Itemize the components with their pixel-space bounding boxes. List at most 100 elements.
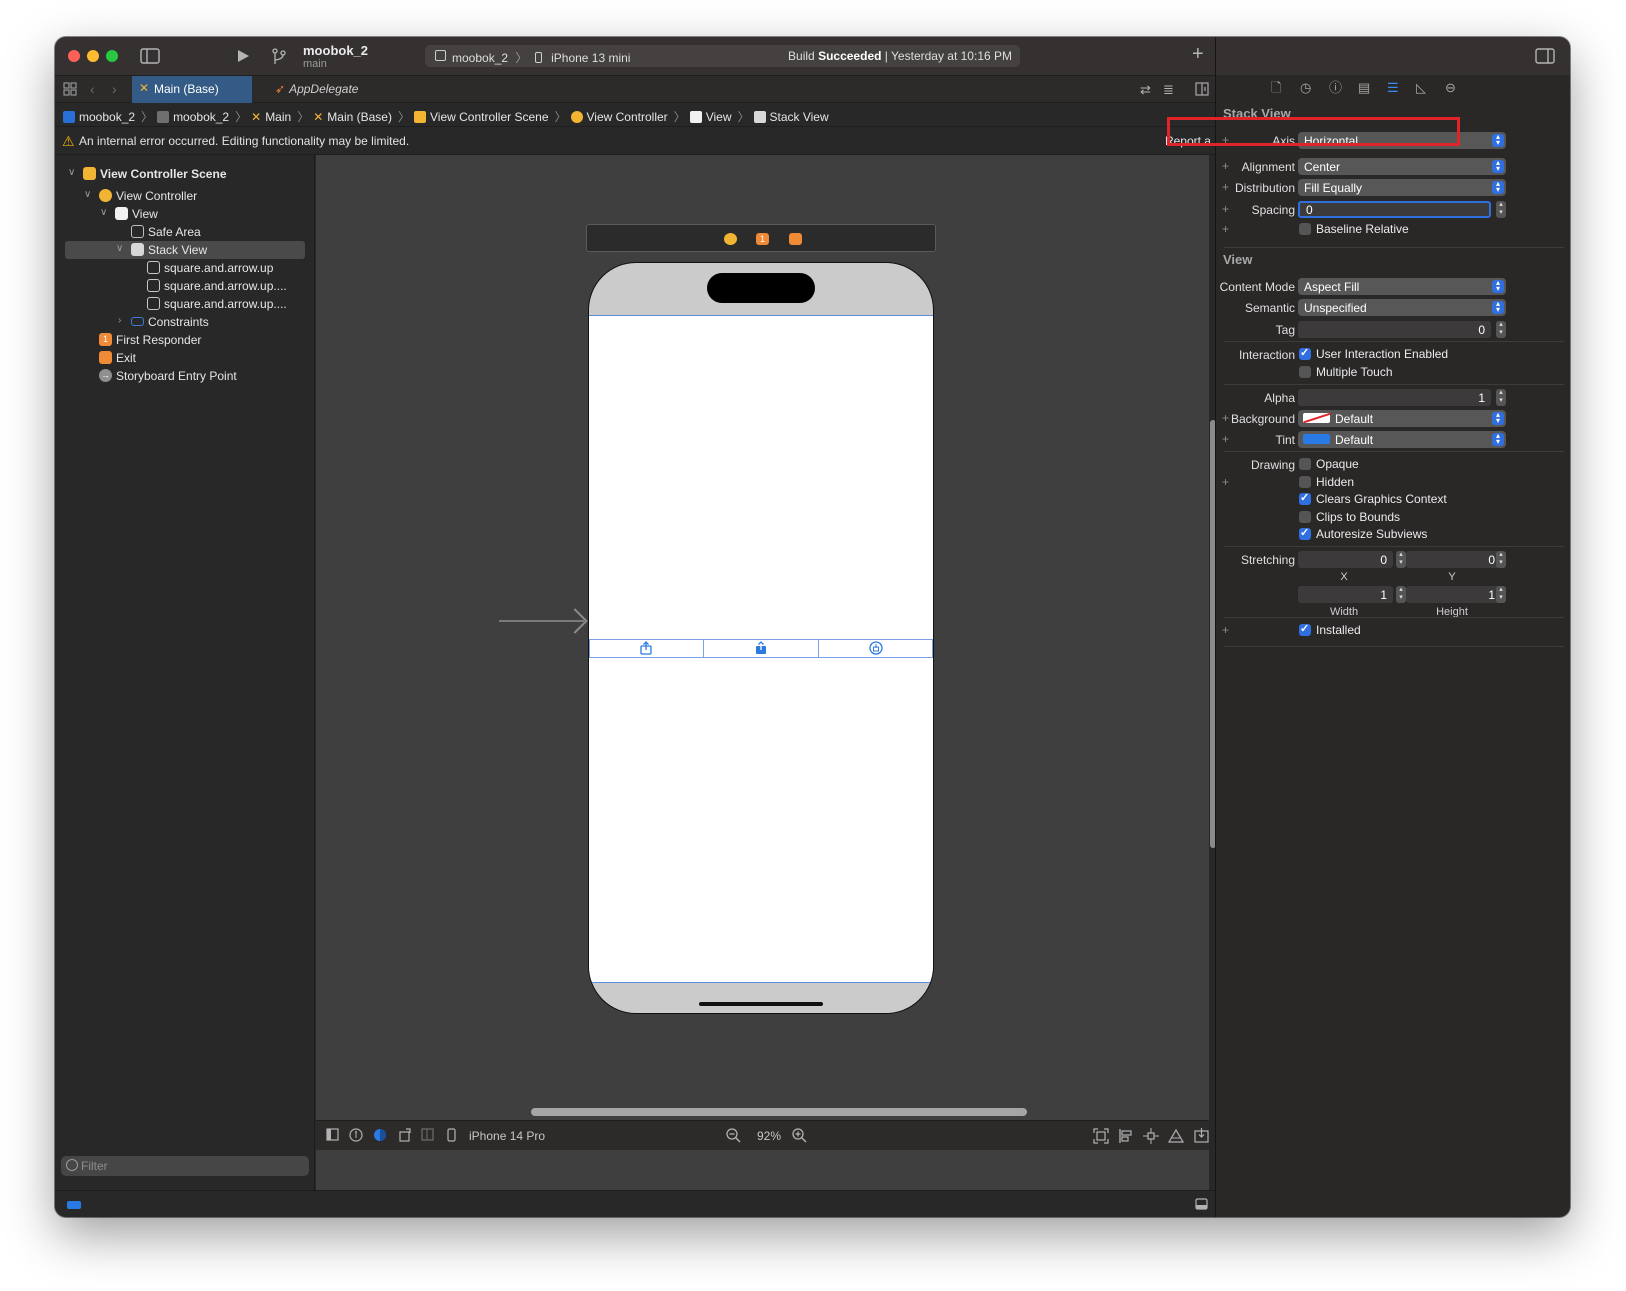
stack-item-image-1[interactable]: [590, 640, 704, 657]
add-variation-icon[interactable]: +: [1222, 475, 1229, 489]
orientation-icon[interactable]: [398, 1128, 412, 1145]
view-controller-icon[interactable]: [724, 233, 737, 245]
outline-item-view[interactable]: ∨ View: [55, 205, 315, 223]
breadcrumb-item-stack-view[interactable]: Stack View: [753, 110, 829, 124]
exit-icon[interactable]: [789, 233, 802, 245]
outline-item-exit[interactable]: Exit: [55, 349, 315, 367]
add-variation-icon[interactable]: +: [1222, 411, 1229, 425]
autoresize-subviews-checkbox[interactable]: [1299, 526, 1311, 540]
scene-dock[interactable]: 1: [586, 224, 936, 252]
scheme-name[interactable]: moobok_2: [452, 51, 508, 65]
horizontal-scrollbar[interactable]: [531, 1108, 1027, 1116]
stretch-x-stepper[interactable]: ▴ ▾: [1396, 551, 1406, 568]
close-window-button[interactable]: [68, 50, 80, 62]
outline-item-first-responder[interactable]: 1 First Responder: [55, 331, 315, 349]
tab-main-base[interactable]: ✕ Main (Base): [132, 76, 252, 103]
outline-item-entry-point[interactable]: → Storyboard Entry Point: [55, 367, 315, 385]
installed-checkbox[interactable]: [1299, 622, 1311, 636]
outline-item-constraints[interactable]: › Constraints: [55, 313, 315, 331]
attributes-inspector-icon[interactable]: ☰: [1387, 81, 1399, 95]
alpha-field[interactable]: 1: [1298, 389, 1491, 406]
opaque-checkbox[interactable]: [1299, 458, 1311, 470]
zoom-window-button[interactable]: [106, 50, 118, 62]
interface-builder-canvas[interactable]: 1 iPhone 14 Pro 92%: [316, 155, 1216, 1190]
breadcrumb-item-scene[interactable]: View Controller Scene: [413, 110, 549, 124]
add-icon[interactable]: +: [1192, 44, 1204, 64]
stack-item-image-2[interactable]: [705, 640, 819, 657]
breadcrumb-item-view-controller[interactable]: View Controller: [570, 110, 668, 124]
tag-field[interactable]: 0: [1298, 321, 1491, 338]
stretch-width-field[interactable]: 1: [1298, 586, 1393, 603]
zoom-level[interactable]: 92%: [757, 1129, 781, 1143]
outline-item-stack-view[interactable]: ∨ Stack View: [65, 241, 305, 259]
add-variation-icon[interactable]: +: [1222, 222, 1229, 236]
tint-color-popup[interactable]: Default ▴ ▾: [1298, 431, 1506, 448]
connections-inspector-icon[interactable]: ⊖: [1445, 81, 1456, 95]
minimize-window-button[interactable]: [87, 50, 99, 62]
add-variation-icon[interactable]: +: [1222, 202, 1229, 216]
tag-stepper[interactable]: ▴ ▾: [1496, 321, 1506, 338]
outline-item-scene[interactable]: ∨ View Controller Scene: [55, 165, 315, 183]
zoom-out-icon[interactable]: [726, 1128, 742, 1147]
spacing-field[interactable]: 0: [1298, 201, 1491, 218]
outline-item-view-controller[interactable]: ∨ View Controller: [55, 187, 315, 205]
clears-graphics-context-checkbox[interactable]: [1299, 491, 1311, 505]
size-inspector-icon[interactable]: ◺: [1416, 81, 1426, 95]
device-name[interactable]: iPhone 13 mini: [551, 51, 630, 65]
related-items-grid-icon[interactable]: [63, 82, 77, 100]
embed-in-icon[interactable]: [1194, 1128, 1209, 1146]
stack-view[interactable]: [589, 639, 933, 658]
view-controller-view[interactable]: [589, 315, 933, 983]
add-variation-icon[interactable]: +: [1222, 623, 1229, 637]
back-icon[interactable]: ‹: [90, 81, 95, 97]
spacing-stepper[interactable]: ▴ ▾: [1496, 201, 1506, 218]
chevron-down-icon[interactable]: ∨: [116, 243, 123, 254]
outline-item-image-2[interactable]: square.and.arrow.up....: [55, 277, 315, 295]
multiple-touch-checkbox[interactable]: [1299, 366, 1311, 378]
resolve-issues-icon[interactable]: [1167, 1128, 1185, 1147]
stretch-height-field[interactable]: 1: [1406, 586, 1501, 603]
stack-item-image-3[interactable]: [820, 640, 933, 657]
split-editor-icon[interactable]: [1195, 82, 1209, 100]
tab-appdelegate[interactable]: ➶ AppDelegate: [275, 82, 358, 96]
add-variation-icon[interactable]: +: [1222, 180, 1229, 194]
breadcrumb-item-folder[interactable]: moobok_2: [157, 110, 229, 124]
breadcrumb-item-storyboard[interactable]: ✕ Main: [251, 110, 291, 124]
background-color-popup[interactable]: Default ▴ ▾: [1298, 410, 1506, 427]
alpha-stepper[interactable]: ▴ ▾: [1496, 389, 1506, 406]
stretch-x-field[interactable]: 0: [1298, 551, 1393, 568]
outline-item-image-1[interactable]: square.and.arrow.up: [55, 259, 315, 277]
outline-item-safe-area[interactable]: Safe Area: [55, 223, 315, 241]
first-responder-icon[interactable]: 1: [756, 233, 769, 245]
debug-area-toggle-icon[interactable]: [1195, 1198, 1208, 1213]
scheme-activity-bar[interactable]: moobok_2 〉 iPhone 13 mini Build Succeede…: [425, 45, 1020, 67]
stretch-height-stepper[interactable]: ▴ ▾: [1496, 586, 1506, 603]
chevron-down-icon[interactable]: ∨: [68, 167, 75, 178]
document-outline-toggle-icon[interactable]: [326, 1128, 339, 1144]
device-selector[interactable]: iPhone 14 Pro: [469, 1129, 545, 1143]
breadcrumb-item-storyboard-base[interactable]: ✕ Main (Base): [313, 110, 392, 124]
chevron-down-icon[interactable]: ∨: [100, 207, 107, 218]
chevron-down-icon[interactable]: ∨: [84, 189, 91, 200]
clips-to-bounds-checkbox[interactable]: [1299, 511, 1311, 523]
editor-options-icon[interactable]: ≣: [1163, 82, 1174, 98]
stretch-y-field[interactable]: 0: [1406, 551, 1501, 568]
stretch-y-stepper[interactable]: ▴ ▾: [1496, 551, 1506, 568]
baseline-relative-checkbox[interactable]: [1299, 223, 1311, 235]
accessibility-icon[interactable]: [349, 1128, 363, 1145]
update-frames-icon[interactable]: [1093, 1128, 1109, 1147]
run-icon[interactable]: [235, 48, 251, 68]
chevron-right-icon[interactable]: ›: [118, 315, 121, 326]
add-constraints-icon[interactable]: [1143, 1128, 1159, 1147]
breadcrumb-item-view[interactable]: View: [689, 110, 731, 124]
add-variation-icon[interactable]: +: [1222, 432, 1229, 446]
help-inspector-icon[interactable]: ⓘ: [1329, 81, 1342, 95]
forward-icon[interactable]: ›: [112, 81, 117, 97]
size-class-icon[interactable]: [421, 1128, 434, 1144]
history-inspector-icon[interactable]: ◷: [1300, 81, 1311, 95]
alignment-popup[interactable]: Center ▴ ▾: [1298, 158, 1506, 175]
sidebar-toggle-icon[interactable]: [140, 48, 160, 68]
outline-filter-input[interactable]: Filter: [61, 1156, 309, 1176]
align-icon[interactable]: [1118, 1128, 1134, 1147]
zoom-in-icon[interactable]: [792, 1128, 808, 1147]
